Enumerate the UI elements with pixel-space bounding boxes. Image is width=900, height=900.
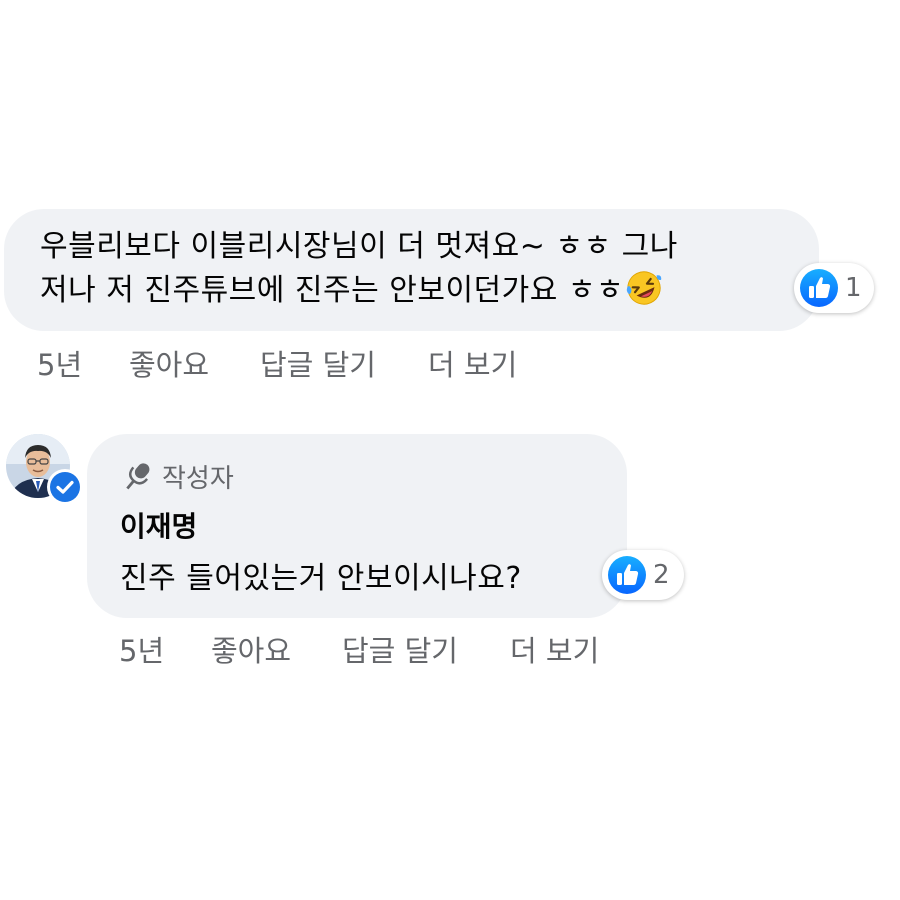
rolling-laughing-emoji-icon: [626, 271, 662, 305]
comment-text-line-1: 우블리보다 이블리시장님이 더 멋져요~ ㅎㅎ 그나: [40, 229, 678, 264]
comment-text-line-2-text: 저나 저 진주튜브에 진주는 안보이던가요 ㅎㅎ: [40, 273, 625, 308]
comment-bubble: 우블리보다 이블리시장님이 더 멋져요~ ㅎㅎ 그나 저나 저 진주튜브에 진주…: [4, 209, 819, 331]
like-button[interactable]: 좋아요: [129, 342, 260, 384]
reaction-count: 1: [845, 273, 862, 303]
reply-author-name[interactable]: 이재명: [120, 505, 197, 545]
author-badge-label: 작성자: [162, 464, 234, 494]
microphone-icon: [126, 462, 150, 489]
reply-text: 진주 들어있는거 안보이시나요?: [120, 561, 522, 596]
comment-timestamp[interactable]: 5년: [37, 342, 129, 384]
verified-check-icon: [47, 469, 83, 505]
see-more-button[interactable]: 더 보기: [428, 342, 517, 384]
reply-timestamp[interactable]: 5년: [119, 628, 211, 670]
reply-button[interactable]: 답글 달기: [260, 342, 428, 384]
reply-button[interactable]: 답글 달기: [342, 628, 510, 670]
comment-reaction-summary[interactable]: 1: [794, 263, 874, 313]
see-more-button[interactable]: 더 보기: [510, 628, 599, 670]
reply-actions: 5년 좋아요 답글 달기 더 보기: [119, 628, 599, 670]
author-badge: 작성자: [120, 458, 234, 495]
comment-actions: 5년 좋아요 답글 달기 더 보기: [37, 342, 517, 384]
comment-text-line-2: 저나 저 진주튜브에 진주는 안보이던가요 ㅎㅎ: [40, 269, 819, 313]
reply-reaction-summary[interactable]: 2: [602, 550, 684, 600]
like-icon: [800, 269, 838, 307]
like-icon: [608, 556, 646, 594]
reply-avatar-container[interactable]: [6, 434, 83, 505]
reaction-count: 2: [653, 560, 670, 590]
like-button[interactable]: 좋아요: [211, 628, 342, 670]
